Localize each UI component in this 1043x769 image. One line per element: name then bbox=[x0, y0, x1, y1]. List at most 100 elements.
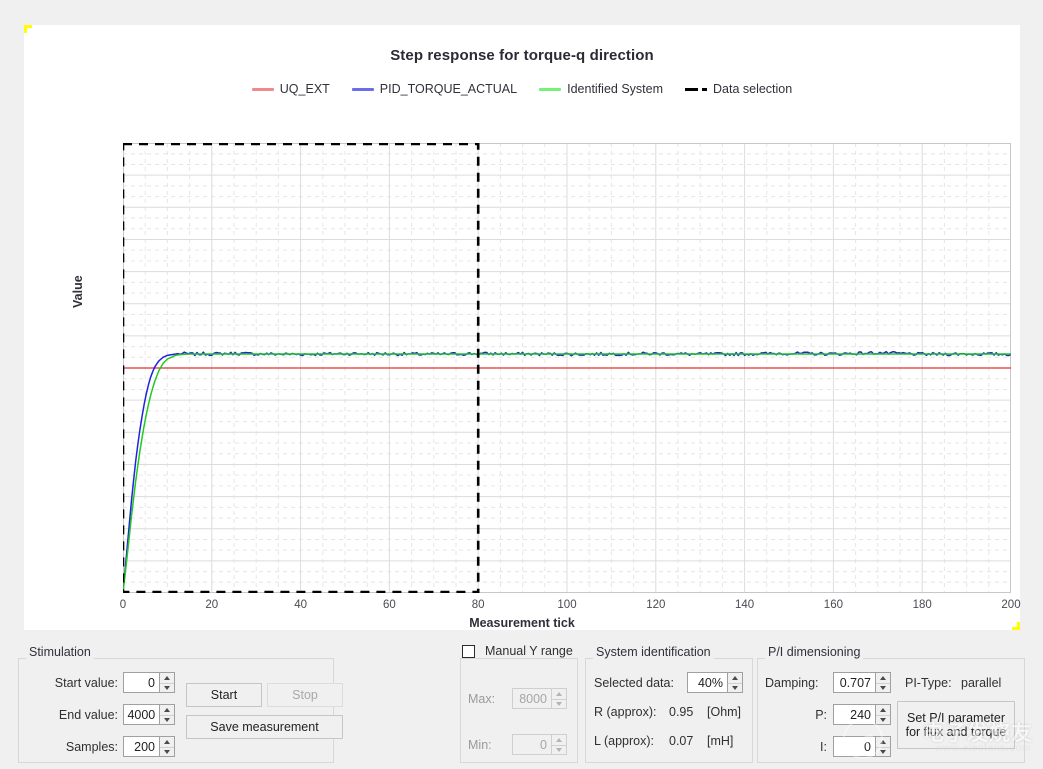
triangle-up-icon bbox=[880, 675, 886, 680]
samples-label: Samples: bbox=[65, 740, 118, 754]
end-value-stepper[interactable] bbox=[159, 705, 174, 724]
x-axis-tick-label: 0 bbox=[119, 599, 127, 611]
triangle-up-icon bbox=[164, 707, 171, 712]
p-stepper[interactable] bbox=[875, 705, 890, 724]
chart-panel: Step response for torque-q direction UQ_… bbox=[24, 25, 1021, 630]
pi-type-label: PI-Type: bbox=[905, 676, 952, 690]
inductance-value: 0.07 bbox=[669, 734, 694, 748]
i-stepper[interactable] bbox=[875, 737, 890, 756]
i-input[interactable]: 0 bbox=[834, 737, 875, 756]
stimulation-group: Stimulation Start value: 0 End value: 40… bbox=[18, 645, 343, 763]
manual-y-range-checkbox-row[interactable]: Manual Y range bbox=[462, 644, 576, 658]
min-value-step-down-button[interactable] bbox=[552, 744, 566, 754]
start-value-stepper[interactable] bbox=[159, 673, 174, 692]
triangle-down-icon bbox=[880, 717, 886, 722]
x-axis-tick-label: 180 bbox=[912, 599, 932, 611]
i-label: I: bbox=[820, 740, 827, 754]
triangle-down-icon bbox=[556, 701, 562, 706]
start-value-label: Start value: bbox=[54, 676, 118, 690]
pi-dimensioning-group-title: P/I dimensioning bbox=[765, 645, 864, 659]
selected-data-step-down-button[interactable] bbox=[728, 682, 742, 692]
selected-data-stepper[interactable] bbox=[727, 673, 742, 692]
stop-button[interactable]: Stop bbox=[267, 683, 343, 707]
max-label: Max: bbox=[468, 692, 496, 706]
p-step-down-button[interactable] bbox=[876, 714, 890, 724]
start-button[interactable]: Start bbox=[186, 683, 262, 707]
end-value-label: End value: bbox=[58, 708, 118, 722]
selected-data-label: Selected data: bbox=[594, 676, 674, 690]
system-identification-group: System identification Selected data: 40%… bbox=[585, 645, 753, 763]
p-step-up-button[interactable] bbox=[876, 705, 890, 715]
x-axis-tick-label: 40 bbox=[294, 599, 307, 611]
samples-step-up-button[interactable] bbox=[160, 737, 174, 747]
max-value-input[interactable]: 8000 bbox=[513, 689, 551, 708]
triangle-down-icon bbox=[556, 747, 562, 752]
pi-type-value: parallel bbox=[961, 676, 1002, 690]
min-value-step-up-button[interactable] bbox=[552, 735, 566, 745]
selected-data-spinbox[interactable]: 40% bbox=[687, 672, 743, 693]
min-value-stepper[interactable] bbox=[551, 735, 566, 754]
end-value-step-down-button[interactable] bbox=[160, 714, 174, 724]
end-value-spinbox[interactable]: 4000 bbox=[123, 704, 175, 725]
x-axis-tick-label: 160 bbox=[823, 599, 843, 611]
min-value-spinbox[interactable]: 0 bbox=[512, 734, 567, 755]
damping-step-up-button[interactable] bbox=[876, 673, 890, 683]
damping-stepper[interactable] bbox=[875, 673, 890, 692]
end-value-input[interactable]: 4000 bbox=[124, 705, 160, 724]
damping-label: Damping: bbox=[765, 676, 819, 690]
resistance-label: R (approx): bbox=[594, 705, 657, 719]
stimulation-group-title: Stimulation bbox=[26, 645, 94, 659]
manual-y-range-checkbox[interactable] bbox=[462, 644, 475, 658]
x-axis-tick-label: 100 bbox=[557, 599, 577, 611]
p-label: P: bbox=[815, 708, 827, 722]
triangle-down-icon bbox=[880, 685, 886, 690]
min-label: Min: bbox=[468, 738, 492, 752]
max-value-stepper[interactable] bbox=[551, 689, 566, 708]
min-value-input[interactable]: 0 bbox=[513, 735, 551, 754]
manual-y-range-group: Manual Y range Max: 8000 Min: 0 bbox=[460, 644, 578, 763]
start-value-step-down-button[interactable] bbox=[160, 682, 174, 692]
start-value-input[interactable]: 0 bbox=[124, 673, 159, 692]
damping-input[interactable]: 0.707 bbox=[834, 673, 875, 692]
x-axis-tick-label: 20 bbox=[205, 599, 219, 611]
samples-spinbox[interactable]: 200 bbox=[123, 736, 175, 757]
x-axis-tick-label: 140 bbox=[735, 599, 755, 611]
set-pi-parameter-button[interactable]: Set P/I parameter for flux and torque bbox=[897, 701, 1015, 749]
i-step-down-button[interactable] bbox=[876, 746, 890, 756]
selected-data-input[interactable]: 40% bbox=[688, 673, 727, 692]
resistance-unit: [Ohm] bbox=[707, 705, 742, 719]
damping-step-down-button[interactable] bbox=[876, 682, 890, 692]
system-identification-group-title: System identification bbox=[593, 645, 714, 659]
start-value-spinbox[interactable]: 0 bbox=[123, 672, 175, 693]
triangle-up-icon bbox=[164, 675, 170, 680]
samples-stepper[interactable] bbox=[159, 737, 174, 756]
i-step-up-button[interactable] bbox=[876, 737, 890, 747]
triangle-down-icon bbox=[880, 749, 886, 754]
triangle-down-icon bbox=[732, 685, 738, 690]
end-value-step-up-button[interactable] bbox=[160, 705, 174, 715]
start-value-step-up-button[interactable] bbox=[160, 673, 174, 683]
triangle-down-icon bbox=[164, 685, 170, 690]
damping-spinbox[interactable]: 0.707 bbox=[833, 672, 891, 693]
resistance-value: 0.95 bbox=[669, 705, 694, 719]
triangle-up-icon bbox=[732, 675, 738, 680]
triangle-up-icon bbox=[164, 739, 170, 744]
plot-svg bbox=[123, 143, 1011, 593]
i-spinbox[interactable]: 0 bbox=[833, 736, 891, 757]
triangle-up-icon bbox=[880, 707, 886, 712]
triangle-down-icon bbox=[164, 717, 171, 722]
max-value-step-up-button[interactable] bbox=[552, 689, 566, 699]
plot-area[interactable] bbox=[123, 143, 1011, 593]
save-measurement-button[interactable]: Save measurement bbox=[186, 715, 343, 739]
max-value-step-down-button[interactable] bbox=[552, 698, 566, 708]
selected-data-step-up-button[interactable] bbox=[728, 673, 742, 683]
triangle-up-icon bbox=[556, 691, 562, 696]
x-axis-tick-label: 120 bbox=[646, 599, 666, 611]
samples-input[interactable]: 200 bbox=[124, 737, 159, 756]
samples-step-down-button[interactable] bbox=[160, 746, 174, 756]
max-value-spinbox[interactable]: 8000 bbox=[512, 688, 567, 709]
x-axis-tick-label: 80 bbox=[471, 599, 485, 611]
x-axis-tick-label: 60 bbox=[382, 599, 396, 611]
p-spinbox[interactable]: 240 bbox=[833, 704, 891, 725]
p-input[interactable]: 240 bbox=[834, 705, 875, 724]
